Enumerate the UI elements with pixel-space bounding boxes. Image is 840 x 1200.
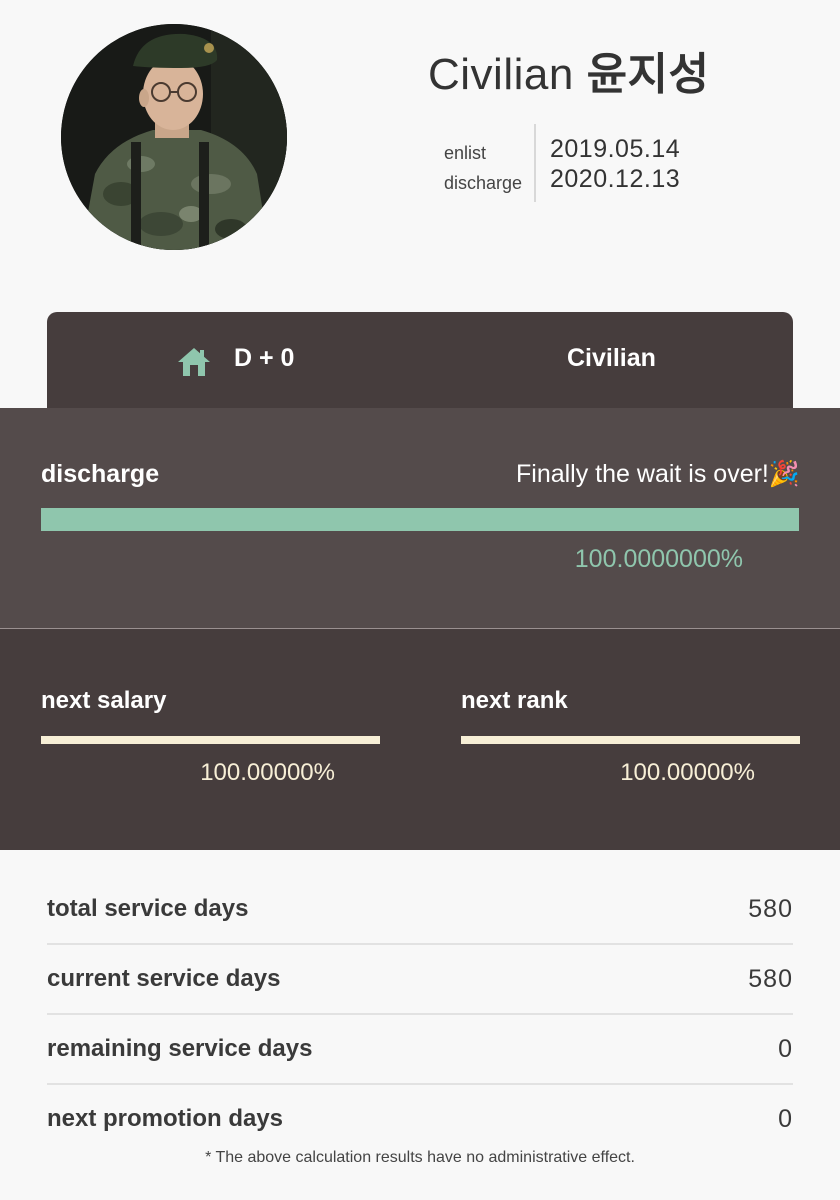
date-divider	[534, 124, 536, 202]
stat-row-total: total service days 580	[47, 875, 793, 945]
profile-name: Civilian 윤지성	[428, 38, 710, 102]
stat-label: next promotion days	[47, 1105, 284, 1132]
dday-counter: D + 0	[234, 344, 295, 372]
stat-label: remaining service days	[47, 1035, 313, 1062]
next-rank-fill	[461, 736, 800, 744]
profile-avatar[interactable]	[61, 24, 287, 250]
stat-label: total service days	[47, 895, 249, 922]
next-rank-block: next rank 100.00000%	[461, 629, 800, 850]
next-rank-bar	[461, 736, 800, 744]
discharge-percent: 100.0000000%	[574, 545, 743, 573]
next-salary-block: next salary 100.00000%	[41, 629, 380, 850]
home-icon	[178, 348, 210, 376]
stat-value: 580	[748, 965, 793, 993]
discharge-date: 2020.12.13	[550, 165, 681, 193]
name-prefix: Civilian	[428, 50, 574, 99]
stat-value: 580	[748, 895, 793, 923]
sub-progress-panel: next salary 100.00000% next rank 100.000…	[0, 629, 840, 850]
stat-row-current: current service days 580	[47, 945, 793, 1015]
next-rank-percent: 100.00000%	[620, 759, 755, 786]
discharge-label: discharge	[41, 460, 160, 488]
service-stats-list: total service days 580 current service d…	[47, 875, 793, 1153]
next-salary-fill	[41, 736, 380, 744]
next-salary-label: next salary	[41, 687, 167, 714]
disclaimer-footnote: * The above calculation results have no …	[205, 1149, 635, 1166]
service-dates: enlist discharge 2019.05.14 2020.12.13	[444, 124, 744, 202]
soldier-photo	[61, 24, 287, 250]
enlist-label: enlist	[444, 143, 487, 163]
discharge-message: Finally the wait is over!🎉	[516, 460, 800, 488]
discharge-progress-bar	[41, 508, 799, 531]
date-labels: enlist discharge	[444, 138, 522, 198]
next-salary-bar	[41, 736, 380, 744]
name-korean: 윤지성	[586, 50, 710, 99]
discharge-progress-panel: discharge Finally the wait is over!🎉 100…	[0, 408, 840, 628]
stat-value: 0	[778, 1035, 793, 1063]
next-salary-percent: 100.00000%	[200, 759, 335, 786]
dday-card	[47, 312, 793, 408]
stat-row-next-promotion: next promotion days 0	[47, 1085, 793, 1153]
date-values: 2019.05.14 2020.12.13	[550, 134, 680, 194]
discharge-date-label: discharge	[444, 173, 523, 193]
profile-header: Civilian 윤지성 enlist discharge 2019.05.14…	[0, 0, 840, 300]
discharge-progress-fill	[41, 508, 799, 531]
stat-row-remaining: remaining service days 0	[47, 1015, 793, 1085]
stat-label: current service days	[47, 965, 281, 992]
stat-value: 0	[778, 1105, 793, 1133]
rank-status: Civilian	[567, 344, 656, 372]
enlist-date: 2019.05.14	[550, 135, 681, 163]
next-rank-label: next rank	[461, 687, 568, 714]
